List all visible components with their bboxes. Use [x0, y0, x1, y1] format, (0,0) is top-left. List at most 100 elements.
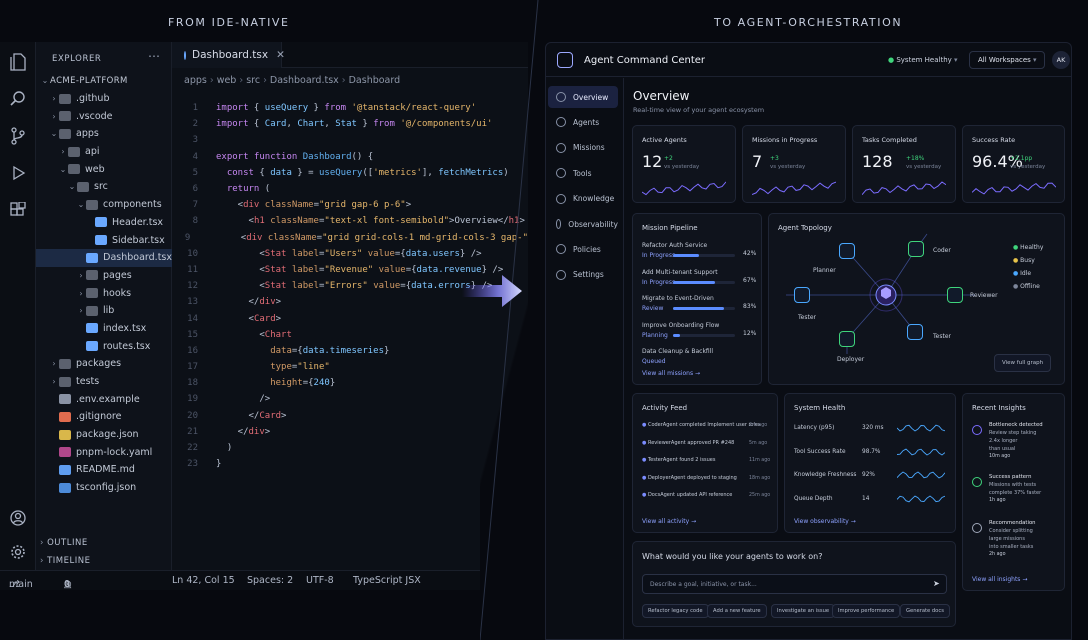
view-activity-link[interactable]: View all activity →: [642, 518, 696, 525]
tree-item[interactable]: ⌄ apps: [36, 125, 172, 143]
mission-name[interactable]: Refactor Auth Service: [642, 242, 707, 249]
code-text: <Stat label="Users" value={data.users} /…: [216, 248, 482, 259]
extensions-icon[interactable]: [8, 200, 28, 220]
tree-item[interactable]: index.tsx: [36, 320, 172, 338]
insight-title[interactable]: Success pattern: [989, 474, 1031, 480]
tree-item[interactable]: › pages: [36, 267, 172, 285]
nav-item-settings[interactable]: Settings: [548, 264, 618, 286]
indentation[interactable]: Spaces: 2: [247, 575, 293, 586]
tab-dashboard[interactable]: Dashboard.tsx ✕: [172, 42, 285, 68]
agent-node-coder[interactable]: [908, 241, 924, 257]
breadcrumb-item[interactable]: Dashboard: [349, 75, 401, 86]
tree-item[interactable]: Header.tsx: [36, 214, 172, 232]
tree-item[interactable]: › hooks: [36, 284, 172, 302]
code-line: 4 export function Dashboard() {: [172, 149, 528, 165]
more-actions-icon[interactable]: ⋯: [148, 49, 160, 63]
agent-node-deployer[interactable]: [839, 331, 855, 347]
explorer-panel: EXPLORER ⋯ ⌄ ACME-PLATFORM › .github › .vscod…: [36, 42, 172, 570]
tree-item[interactable]: › .vscode: [36, 107, 172, 125]
activity-time: 5m ago: [749, 440, 768, 446]
insight-line: large missions: [989, 536, 1025, 542]
mission-name[interactable]: Add Multi-tenant Support: [642, 269, 718, 276]
agent-node-reviewer[interactable]: [947, 287, 963, 303]
language-mode[interactable]: TypeScript JSX: [353, 575, 421, 586]
goal-input-placeholder: Describe a goal, initiative, or task...: [650, 581, 757, 588]
nav-item-knowledge[interactable]: Knowledge: [548, 188, 618, 210]
tree-item[interactable]: ⌄ components: [36, 196, 172, 214]
breadcrumb-item[interactable]: web: [217, 75, 237, 86]
run-debug-icon[interactable]: [8, 163, 28, 183]
close-icon[interactable]: ✕: [276, 49, 285, 61]
tree-item[interactable]: Sidebar.tsx: [36, 231, 172, 249]
code-text: return (: [226, 184, 271, 195]
agent-node-tester[interactable]: [907, 324, 923, 340]
tree-item[interactable]: › api: [36, 143, 172, 161]
insight-time: 2h ago: [989, 552, 1006, 557]
source-control-icon[interactable]: [8, 126, 28, 146]
tree-item[interactable]: package.json: [36, 426, 172, 444]
mission-name[interactable]: Migrate to Event-Driven: [642, 295, 714, 302]
files-icon[interactable]: [8, 52, 28, 72]
view-missions-link[interactable]: View all missions →: [642, 370, 700, 377]
suggestion-chip[interactable]: Generate docs: [900, 604, 950, 618]
tree-item[interactable]: routes.tsx: [36, 337, 172, 355]
agent-node-planner[interactable]: [839, 243, 855, 259]
tree-item[interactable]: › lib: [36, 302, 172, 320]
react-file-icon: [184, 50, 186, 60]
suggestion-chip[interactable]: Investigate an issue: [771, 604, 836, 618]
tree-item[interactable]: .gitignore: [36, 408, 172, 426]
insight-icon: [972, 523, 982, 533]
nav-item-missions[interactable]: Missions: [548, 137, 618, 159]
health-indicator[interactable]: ● System Healthy ▾: [888, 56, 958, 64]
tree-item[interactable]: › packages: [36, 355, 172, 373]
workspace-select[interactable]: All Workspaces ▾: [969, 51, 1045, 69]
suggestion-chip[interactable]: Add a new feature: [707, 604, 767, 618]
cursor-position[interactable]: Ln 42, Col 15: [172, 575, 235, 586]
tree-item[interactable]: › .github: [36, 90, 172, 108]
kpi-value: 128: [862, 152, 893, 171]
settings-gear-icon[interactable]: [8, 542, 28, 562]
timeline-header[interactable]: › TIMELINE: [40, 556, 90, 566]
view-observability-link[interactable]: View observability →: [794, 518, 856, 525]
tree-item[interactable]: ⌄ web: [36, 160, 172, 178]
nav-item-agents[interactable]: Agents: [548, 111, 618, 133]
avatar[interactable]: AK: [1052, 51, 1070, 69]
tree-item[interactable]: › tests: [36, 373, 172, 391]
goal-input[interactable]: Describe a goal, initiative, or task... …: [642, 574, 947, 594]
outline-header[interactable]: › OUTLINE: [40, 538, 88, 548]
agent-node-tester[interactable]: [794, 287, 810, 303]
breadcrumb-item[interactable]: src: [246, 75, 260, 86]
breadcrumb-item[interactable]: Dashboard.tsx: [270, 75, 339, 86]
nav-item-overview[interactable]: Overview: [548, 86, 618, 108]
view-insights-link[interactable]: View all insights →: [972, 576, 1027, 583]
code-text: />: [216, 394, 271, 405]
nav-item-observability[interactable]: Observability: [548, 213, 618, 235]
tree-item[interactable]: .env.example: [36, 390, 172, 408]
suggestion-chip[interactable]: Improve performance: [832, 604, 901, 618]
tree-item[interactable]: ⌄ ACME-PLATFORM: [36, 72, 172, 90]
kpi-card: Missions in Progress 7 +3 vs yesterday: [742, 125, 846, 203]
tree-item[interactable]: pnpm-lock.yaml: [36, 443, 172, 461]
view-full-graph-button[interactable]: View full graph: [994, 354, 1052, 372]
insight-title[interactable]: Bottleneck detected: [989, 422, 1043, 428]
mission-name[interactable]: Improve Onboarding Flow: [642, 322, 719, 329]
activity-bar: [0, 42, 36, 590]
mission-progress-bar: [673, 307, 735, 310]
tree-item[interactable]: ⌄ src: [36, 178, 172, 196]
insight-title[interactable]: Recommendation: [989, 520, 1036, 526]
send-icon[interactable]: ➤: [933, 579, 940, 588]
mission-name[interactable]: Data Cleanup & Backfill: [642, 348, 713, 355]
search-icon[interactable]: [8, 89, 28, 109]
account-icon[interactable]: [8, 508, 28, 528]
nav-item-tools[interactable]: Tools: [548, 162, 618, 184]
tree-item[interactable]: README.md: [36, 461, 172, 479]
suggestion-chip[interactable]: Refactor legacy code: [642, 604, 709, 618]
breadcrumb-item[interactable]: apps: [184, 75, 207, 86]
nav-item-policies[interactable]: Policies: [548, 238, 618, 260]
code-line: 5 const { data } = useQuery(['metrics'],…: [172, 165, 528, 181]
tree-item[interactable]: Dashboard.tsx: [36, 248, 172, 267]
encoding[interactable]: UTF-8: [306, 575, 334, 586]
tree-item[interactable]: tsconfig.json: [36, 479, 172, 497]
observability-icon: [556, 219, 562, 229]
insight-icon: [972, 477, 982, 487]
